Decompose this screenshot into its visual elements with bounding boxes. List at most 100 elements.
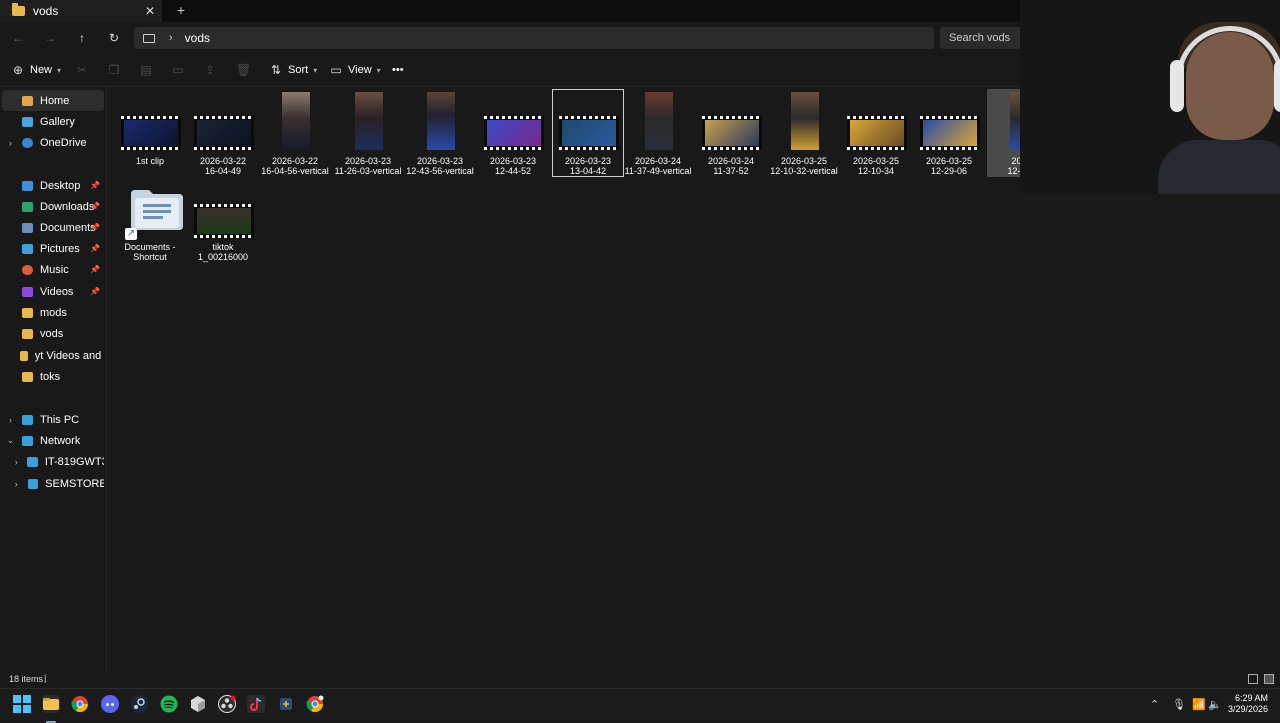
file-item[interactable]: 2026-03-25 12-10-34 <box>840 89 912 177</box>
file-item[interactable]: 2026-03-22 16-04-56-vertical <box>259 89 331 177</box>
back-button[interactable]: ← <box>10 30 26 46</box>
video-thumbnail <box>121 116 181 150</box>
view-icon: ▭ <box>330 63 342 77</box>
more-options-button[interactable]: ••• <box>392 62 404 78</box>
steam-icon[interactable] <box>130 695 148 713</box>
sidebar-item-downloads[interactable]: Downloads 📌 <box>2 196 104 217</box>
address-bar[interactable]: › vods <box>134 27 934 49</box>
wifi-icon[interactable]: 📶 <box>1192 698 1206 711</box>
file-item[interactable]: 2026-03-23 12-44-52 <box>477 89 549 177</box>
tiktok-icon[interactable] <box>247 695 265 713</box>
file-item[interactable]: 2026-03-24 11-37-52 <box>695 89 767 177</box>
obs-icon[interactable] <box>218 695 236 713</box>
speaker-icon[interactable]: 🔈 <box>1208 698 1222 711</box>
forward-button[interactable]: → <box>42 30 58 46</box>
sidebar-item-mods[interactable]: mods <box>2 302 104 323</box>
tab-vods[interactable]: vods ✕ <box>0 0 162 22</box>
file-name: Documents - <box>124 242 176 252</box>
file-name: 2026-03-22 <box>199 156 247 166</box>
tiles-view-button[interactable] <box>1264 674 1274 684</box>
sidebar-item-it-819gwt3[interactable]: › IT-819GWT3 <box>2 451 104 472</box>
file-explorer-icon[interactable] <box>42 695 60 723</box>
sidebar-item-pictures[interactable]: Pictures 📌 <box>2 238 104 259</box>
sidebar-item-semstore[interactable]: › SEMSTORE <box>2 473 104 494</box>
file-name: 2026-03-25 <box>852 156 900 166</box>
chevron-right-icon[interactable]: › <box>6 415 15 425</box>
sidebar-item-gallery[interactable]: Gallery <box>2 111 104 132</box>
file-item[interactable]: 1st clip <box>114 89 186 177</box>
download-icon <box>22 201 33 212</box>
file-item[interactable]: tiktok 1_00216000 <box>187 183 259 265</box>
file-item[interactable]: 2026-03-25 12-29-06 <box>913 89 985 177</box>
folder-icon <box>19 350 28 361</box>
plus-circle-icon: ⊕ <box>12 63 24 77</box>
spotify-icon[interactable] <box>160 695 178 713</box>
search-input[interactable]: Search vods <box>940 27 1020 49</box>
sidebar-item-this-pc[interactable]: › This PC <box>2 409 104 430</box>
sidebar-item-network[interactable]: ⌄ Network <box>2 430 104 451</box>
sidebar-item-desktop[interactable]: Desktop 📌 <box>2 175 104 196</box>
folder-icon <box>22 328 33 339</box>
cut-button[interactable]: ✂ <box>76 62 94 78</box>
microphone-icon[interactable]: 🎙 <box>1172 698 1186 711</box>
file-item-selected[interactable]: 2026-03-23 13-04-42 <box>552 89 624 177</box>
file-item-partial[interactable]: 2026-12-29-0 <box>987 89 1020 177</box>
file-name: 2026- <box>1011 156 1020 166</box>
app-cube-icon[interactable] <box>189 695 207 713</box>
clock[interactable]: 6:29 AM 3/29/2026 <box>1228 693 1268 715</box>
file-item[interactable]: 2026-03-24 11-37-49-vertical <box>622 89 694 177</box>
file-item[interactable]: 2026-03-25 12-10-32-vertical <box>768 89 840 177</box>
new-tab-button[interactable]: + <box>174 2 188 18</box>
sidebar-item-yt-videos[interactable]: yt Videos and short <box>2 345 104 366</box>
copy-button[interactable]: ❐ <box>108 62 126 78</box>
close-tab-icon[interactable]: ✕ <box>142 4 158 18</box>
chevron-right-icon[interactable]: › <box>12 479 21 489</box>
paste-button[interactable]: ▤ <box>140 62 158 78</box>
document-icon <box>22 222 33 233</box>
gallery-icon <box>22 116 33 127</box>
chevron-right-icon[interactable]: › <box>6 138 15 148</box>
chevron-right-icon[interactable]: › <box>12 457 20 467</box>
file-item[interactable]: 2026-03-23 12-43-56-vertical <box>404 89 476 177</box>
delete-button[interactable]: 🗑 <box>236 62 254 78</box>
video-thumbnail <box>645 92 673 150</box>
chrome-profile-icon[interactable] <box>306 695 324 713</box>
sidebar-item-home[interactable]: Home <box>2 90 104 111</box>
file-item[interactable]: 2026-03-23 11-26-03-vertical <box>332 89 404 177</box>
document-folder-shortcut-icon <box>131 190 183 230</box>
chevron-up-icon[interactable]: ⌃ <box>1150 698 1159 711</box>
trash-icon: 🗑 <box>236 63 252 77</box>
sidebar-item-toks[interactable]: toks <box>2 366 104 387</box>
folder-icon <box>22 371 33 382</box>
up-button[interactable]: ↑ <box>74 30 90 46</box>
sidebar-item-documents[interactable]: Documents 📌 <box>2 217 104 238</box>
headphones-left <box>1170 60 1184 112</box>
refresh-button[interactable]: ↻ <box>106 30 122 46</box>
app-tool-icon[interactable] <box>277 695 295 713</box>
chrome-icon[interactable] <box>71 695 89 713</box>
file-item[interactable]: ↗ Documents - Shortcut <box>114 183 186 265</box>
file-item[interactable]: 2026-03-22 16-04-49 <box>187 89 259 177</box>
view-button[interactable]: ▭ View ▾ <box>330 62 380 78</box>
chevron-down-icon[interactable]: ⌄ <box>6 435 15 446</box>
copy-icon: ❐ <box>108 63 120 77</box>
sort-button[interactable]: ⇅ Sort ▾ <box>270 62 317 78</box>
rename-button[interactable]: ▭ <box>172 62 190 78</box>
file-name-2: 16-04-49 <box>204 166 242 176</box>
sidebar-item-music[interactable]: Music 📌 <box>2 259 104 280</box>
file-name-2: Shortcut <box>133 252 167 262</box>
share-button[interactable]: ⇪ <box>204 62 222 78</box>
pin-icon: 📌 <box>90 223 100 232</box>
new-button[interactable]: ⊕ New ▾ <box>12 62 61 78</box>
tab-bar: vods ✕ + <box>0 0 1020 22</box>
item-count: 18 items <box>9 674 44 684</box>
discord-icon[interactable] <box>101 695 119 713</box>
file-name-2: 11-37-49-vertical <box>624 166 692 176</box>
sidebar-item-videos[interactable]: Videos 📌 <box>2 281 104 302</box>
breadcrumb-vods[interactable]: vods <box>185 31 210 45</box>
sidebar-item-vods[interactable]: vods <box>2 323 104 344</box>
video-thumbnail <box>920 116 980 150</box>
sidebar-item-onedrive[interactable]: › OneDrive <box>2 132 104 153</box>
details-view-button[interactable] <box>1248 674 1258 684</box>
start-icon[interactable] <box>13 695 31 713</box>
